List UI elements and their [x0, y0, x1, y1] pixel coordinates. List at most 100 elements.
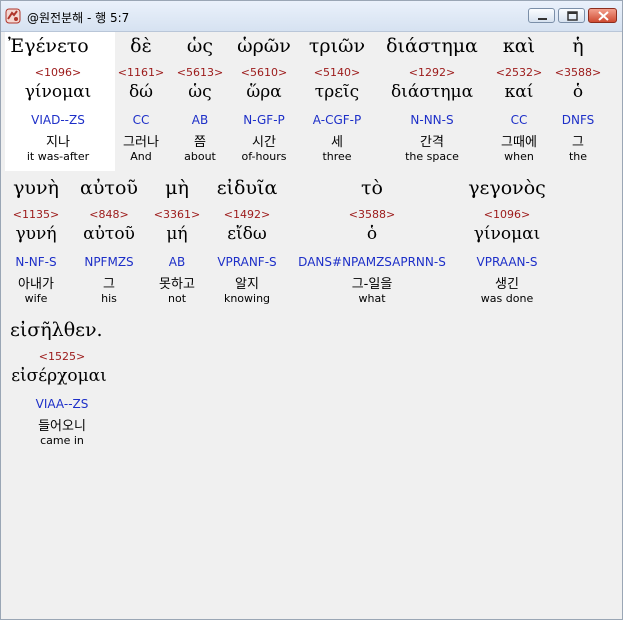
maximize-button[interactable] [558, 8, 585, 23]
greek-word: ὡς [186, 35, 214, 57]
minimize-icon [538, 18, 547, 20]
parsing-code: CC [132, 113, 150, 127]
korean-gloss: 못하고 [159, 277, 195, 292]
lemma: γυνή [15, 224, 57, 244]
parsing-code: DANS#NPAMZSAPRNN-S [298, 255, 446, 269]
korean-gloss: 그 [103, 277, 115, 292]
parsing-code: AB [191, 113, 209, 127]
english-gloss: wife [24, 292, 48, 305]
close-button[interactable] [588, 8, 617, 23]
english-gloss: about [184, 150, 216, 163]
parsing-code: N-NN-S [410, 113, 454, 127]
greek-word: καὶ [502, 35, 536, 57]
maximize-icon [567, 11, 578, 21]
strong-number: <5613> [176, 66, 224, 79]
lemma: καί [504, 82, 534, 102]
lemma: ὁ [572, 82, 584, 102]
close-icon [598, 11, 609, 21]
lemma: εἴδω [227, 224, 267, 244]
greek-word: ἡ [572, 35, 584, 57]
strong-number: <1161> [117, 66, 165, 79]
parsing-code: DNFS [561, 113, 595, 127]
greek-word: μὴ [165, 177, 189, 199]
korean-gloss: 그 [572, 135, 584, 150]
strong-number: <3588> [348, 208, 396, 221]
parsing-code: VIAD--ZS [31, 113, 85, 127]
korean-gloss: 지나 [46, 135, 70, 150]
lemma: διάστημα [390, 82, 474, 102]
korean-gloss: 그러나 [123, 135, 159, 150]
english-gloss: And [130, 150, 152, 163]
english-gloss: of-hours [241, 150, 287, 163]
parsing-code: N-GF-P [243, 113, 285, 127]
korean-gloss: 들어오니 [38, 419, 86, 434]
greek-word: ὡρῶν [237, 35, 291, 57]
minimize-button[interactable] [528, 8, 555, 23]
app-window: @원전분해 - 행 5:7 Ἐγένετο <1096> γίνομαι VIA… [0, 0, 623, 620]
strong-number: <1135> [12, 208, 60, 221]
greek-word: διάστημα [386, 35, 478, 57]
strong-number: <1096> [483, 208, 531, 221]
parsing-code: VPRAAN-S [476, 255, 538, 269]
parsing-code: AB [168, 255, 186, 269]
lemma: γίνομαι [24, 82, 92, 102]
lemma: τρεῖς [314, 82, 360, 102]
lemma: εἰσέρχομαι [11, 366, 107, 386]
strong-number: <3588> [554, 66, 602, 79]
korean-gloss: 시간 [252, 135, 276, 150]
parsing-code: CC [510, 113, 528, 127]
parsing-code: A-CGF-P [312, 113, 362, 127]
greek-word: τὸ [361, 177, 383, 199]
english-gloss: his [101, 292, 117, 305]
korean-gloss: 아내가 [18, 277, 54, 292]
korean-gloss: 간격 [420, 135, 444, 150]
lemma: μή [166, 224, 188, 244]
strong-number: <5140> [313, 66, 361, 79]
greek-word: γεγονὸς [468, 177, 546, 199]
lemma: ὥρα [246, 82, 282, 102]
strong-number: <3361> [153, 208, 201, 221]
strong-number: <5610> [240, 66, 288, 79]
strong-number: <1096> [34, 66, 82, 79]
strong-number: <2532> [495, 66, 543, 79]
strong-number: <1492> [223, 208, 271, 221]
parsing-code: N-NF-S [15, 255, 57, 269]
english-gloss: the [568, 150, 588, 163]
interlinear-panel: Ἐγένετο <1096> γίνομαι VIAD--ZS 지나 it wa… [2, 32, 621, 618]
lemma: γίνομαι [473, 224, 541, 244]
parsing-code: VPRANF-S [217, 255, 277, 269]
parsing-code: NPFMZS [84, 255, 134, 269]
korean-gloss: 알지 [235, 277, 259, 292]
greek-word: δὲ [130, 35, 152, 57]
korean-gloss: 쯤 [194, 135, 206, 150]
lemma: ὡς [188, 82, 212, 102]
lemma: αὐτοῦ [83, 224, 135, 244]
strong-number: <848> [89, 208, 129, 221]
hand-pointer-icon[interactable] [5, 8, 21, 24]
korean-gloss: 세 [331, 135, 343, 150]
strong-number: <1292> [408, 66, 456, 79]
korean-gloss: 그때에 [501, 135, 537, 150]
window-title: @원전분해 - 행 5:7 [27, 11, 130, 25]
title-bar[interactable]: @원전분해 - 행 5:7 [1, 1, 622, 32]
english-gloss: three [322, 150, 352, 163]
english-gloss: was done [480, 292, 534, 305]
korean-gloss: 그-일을 [351, 277, 393, 292]
english-gloss: what [358, 292, 386, 305]
greek-word: εἰδυῖα [216, 177, 278, 199]
greek-word: εἰσῆλθεν. [10, 319, 103, 341]
english-gloss: came in [40, 434, 84, 447]
english-gloss: it was-after [26, 150, 90, 163]
strong-number: <1525> [38, 350, 86, 363]
greek-word: Ἐγένετο [8, 35, 89, 57]
korean-gloss: 생긴 [495, 277, 519, 292]
lemma: δώ [128, 82, 154, 102]
lemma: ὁ [366, 224, 378, 244]
greek-word: αὐτοῦ [80, 177, 138, 199]
english-gloss: the space [405, 150, 459, 163]
parsing-code: VIAA--ZS [35, 397, 89, 411]
greek-word: γυνὴ [13, 177, 59, 199]
greek-word: τριῶν [308, 35, 366, 57]
english-gloss: when [504, 150, 534, 163]
english-gloss: not [167, 292, 187, 305]
